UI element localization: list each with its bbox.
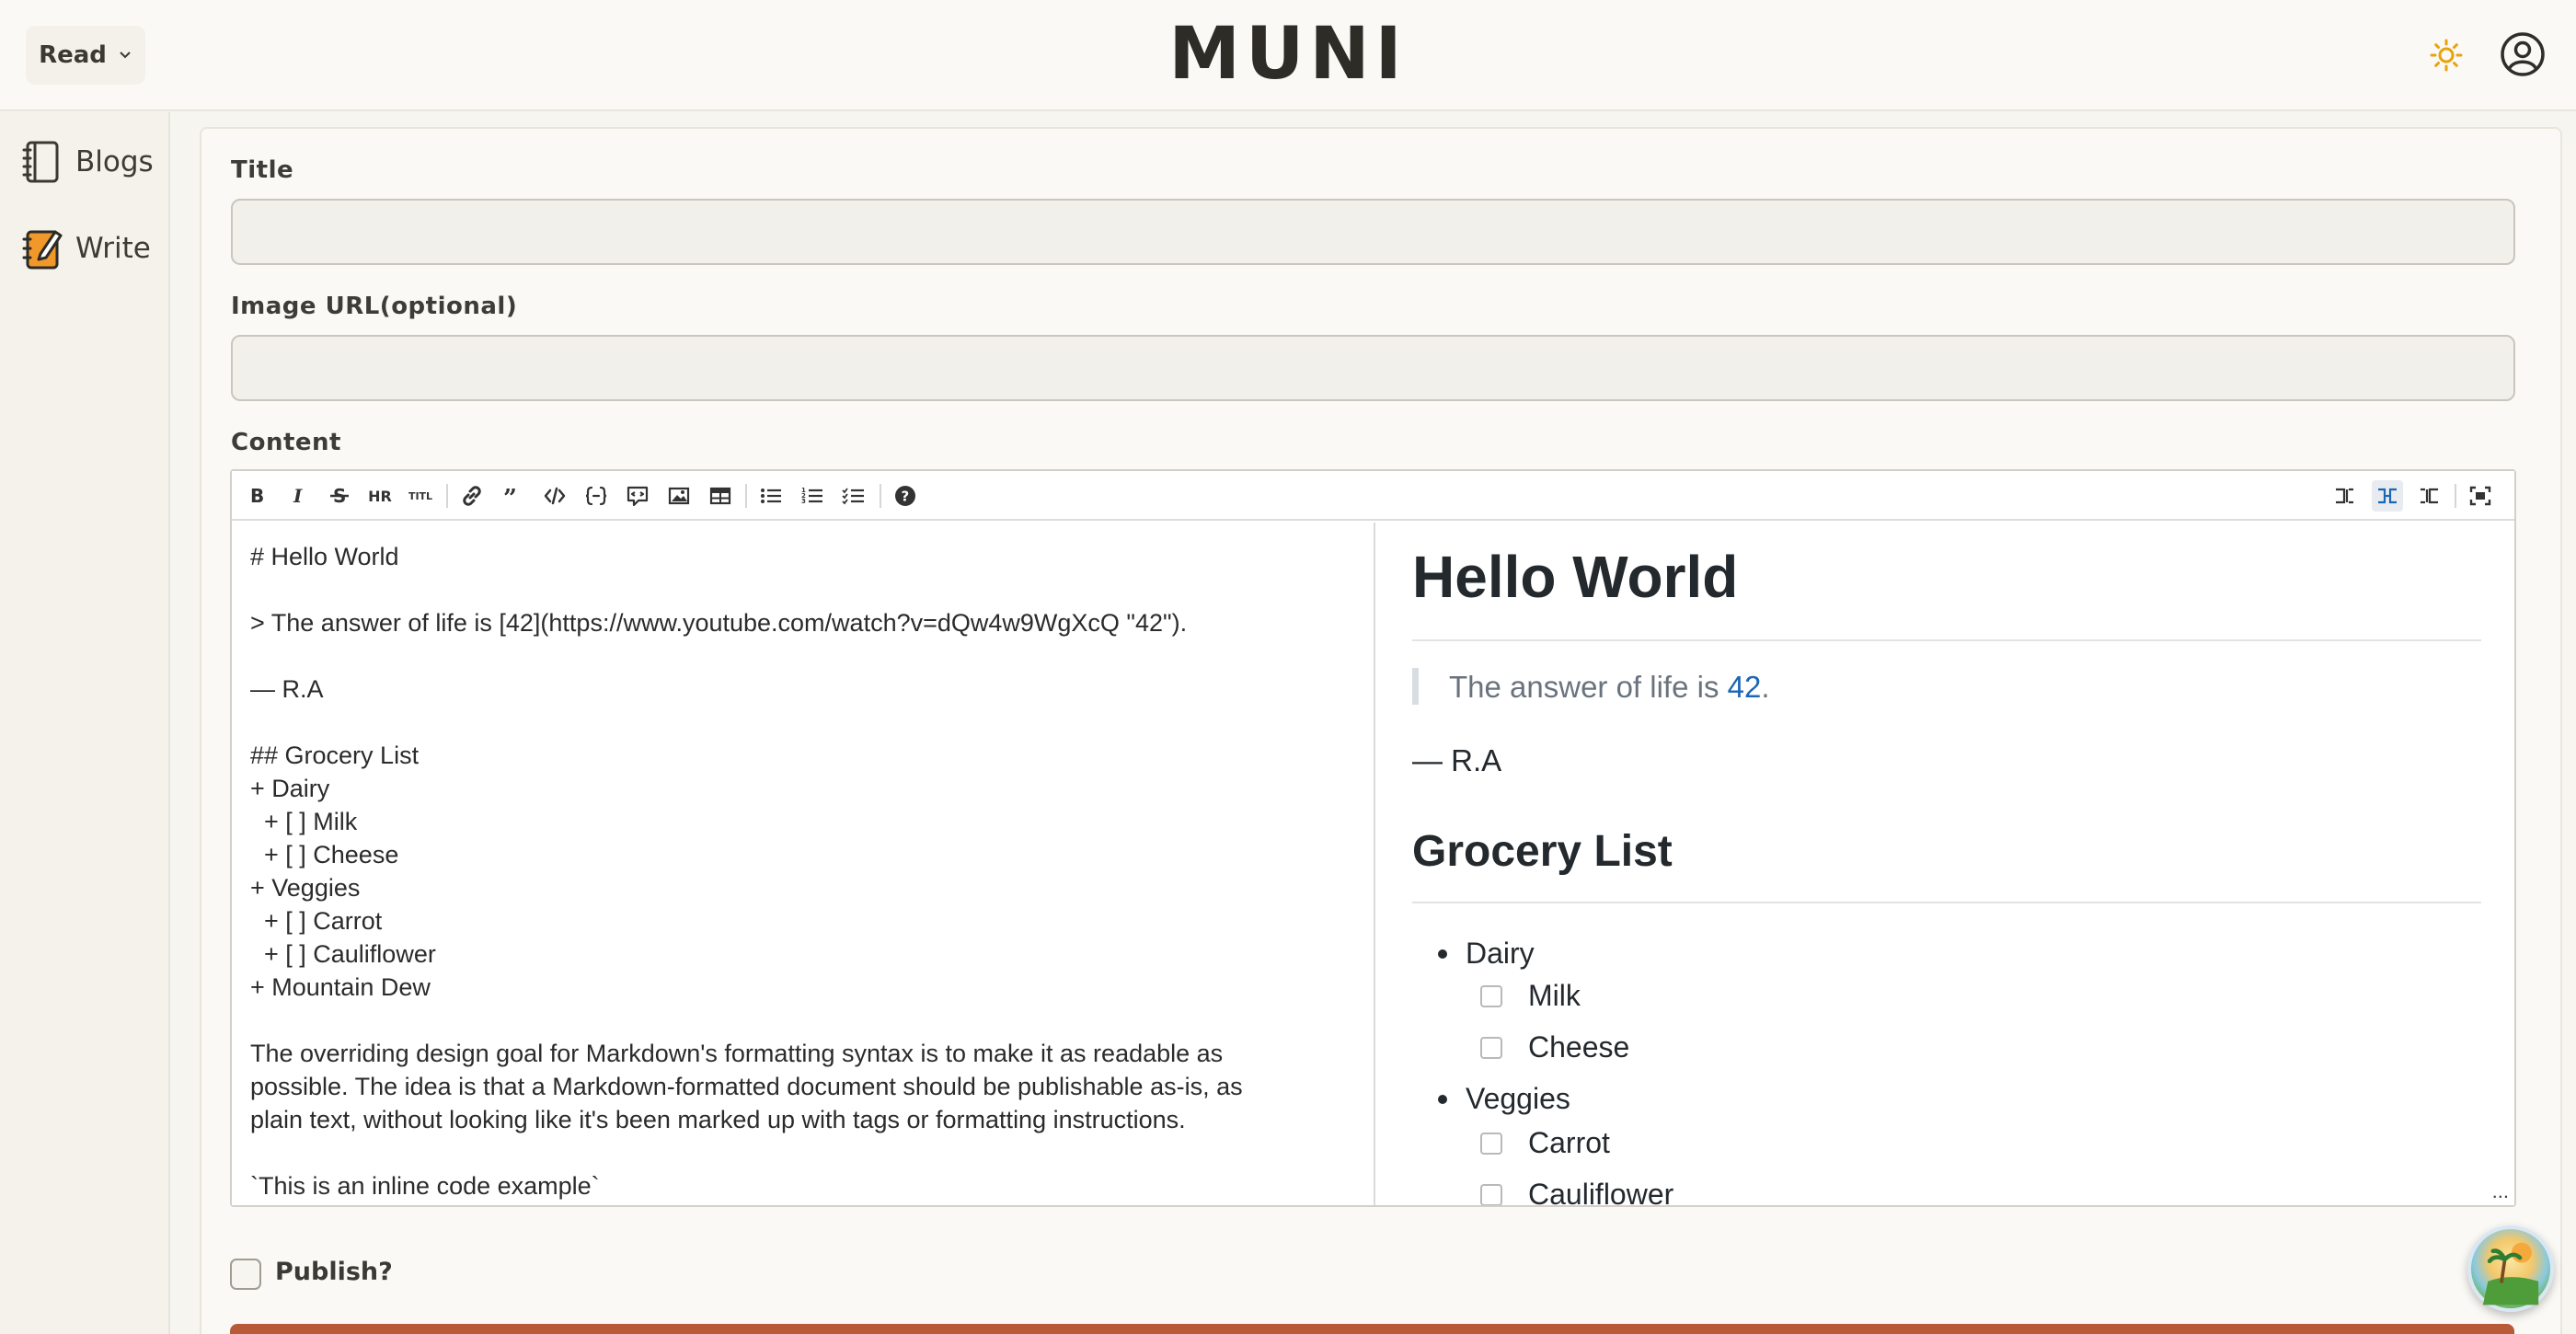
- edit-only-icon[interactable]: [2329, 480, 2361, 512]
- task-item: Milk: [1480, 979, 1581, 1013]
- sidebar-item-write[interactable]: Write: [22, 223, 151, 274]
- source-line: + [ ] Milk: [250, 808, 358, 835]
- strikethrough-icon[interactable]: S: [324, 480, 355, 512]
- preview-heading-1: Hello World: [1412, 544, 1739, 610]
- floating-avatar[interactable]: [2467, 1225, 2554, 1312]
- source-line: possible. The idea is that a Markdown-fo…: [250, 1073, 1243, 1100]
- toolbar-separator: [880, 484, 881, 508]
- heading-divider: [1412, 639, 2481, 641]
- code-block-icon[interactable]: [581, 480, 612, 512]
- preview-attribution: — R.A: [1412, 743, 1502, 777]
- blockquote-text: The answer of life is: [1449, 670, 1728, 704]
- quote-icon[interactable]: ”: [498, 480, 529, 512]
- beach-icon: [2482, 1242, 2539, 1305]
- source-line: The overriding design goal for Markdown'…: [250, 1040, 1224, 1067]
- source-line: + Mountain Dew: [250, 973, 431, 1001]
- list-item: Dairy: [1438, 937, 1535, 971]
- link-icon[interactable]: [456, 480, 488, 512]
- title-label: Title: [231, 156, 294, 184]
- source-line: + [ ] Carrot: [250, 907, 383, 935]
- source-line: — R.A: [250, 675, 324, 703]
- svg-text:3: 3: [801, 498, 806, 505]
- svg-text:B: B: [250, 485, 264, 507]
- image-url-input[interactable]: [231, 335, 2515, 401]
- bold-icon[interactable]: B: [241, 480, 272, 512]
- publish-checkbox[interactable]: [230, 1259, 261, 1290]
- toolbar-separator: [2455, 484, 2456, 508]
- sun-icon[interactable]: [2430, 39, 2463, 72]
- blockquote-period: .: [1761, 670, 1770, 704]
- title-icon[interactable]: TITL: [405, 480, 436, 512]
- logo[interactable]: MUNI: [0, 13, 2576, 96]
- preview-blockquote: The answer of life is 42.: [1449, 670, 1770, 705]
- list-item-label: Veggies: [1466, 1082, 1570, 1115]
- list-item: Veggies: [1438, 1082, 1570, 1116]
- comment-code-icon[interactable]: [622, 480, 653, 512]
- italic-icon[interactable]: I: [282, 480, 314, 512]
- task-label: Cheese: [1528, 1030, 1630, 1064]
- code-icon[interactable]: [539, 480, 570, 512]
- source-line: # Hello World: [250, 543, 399, 570]
- markdown-source-pane[interactable]: # Hello World > The answer of life is [4…: [232, 523, 1375, 1205]
- source-line: + Veggies: [250, 874, 361, 902]
- blockquote-bar: [1412, 668, 1419, 705]
- preview-heading-2: Grocery List: [1412, 827, 1673, 876]
- source-line: > The answer of life is [42](https://www…: [250, 609, 1188, 637]
- source-line: `This is an inline code example`: [250, 1172, 600, 1200]
- sidebar-item-label: Write: [75, 232, 151, 265]
- list-item-label: Dairy: [1466, 937, 1535, 970]
- source-line: + Dairy: [250, 775, 330, 802]
- ordered-list-icon[interactable]: 123: [797, 480, 828, 512]
- top-header: Read MUNI: [0, 0, 2576, 111]
- task-checkbox[interactable]: [1480, 1132, 1502, 1155]
- task-label: Carrot: [1528, 1126, 1610, 1159]
- user-circle-icon[interactable]: [2500, 31, 2546, 77]
- source-line: + [ ] Cauliflower: [250, 940, 436, 968]
- fullscreen-icon[interactable]: [2465, 480, 2496, 512]
- unordered-list-icon[interactable]: [755, 480, 787, 512]
- task-checkbox[interactable]: [1480, 1183, 1502, 1205]
- bullet: [1438, 949, 1447, 959]
- help-icon[interactable]: ?: [890, 480, 921, 512]
- editor-toolbar: B I S HR TITL ” 1 2 3 ?: [232, 471, 2514, 521]
- image-icon[interactable]: [663, 480, 695, 512]
- task-label: Milk: [1528, 979, 1581, 1012]
- sidebar-item-blogs[interactable]: Blogs: [22, 136, 154, 188]
- sidebar: Blogs Write: [0, 112, 170, 1334]
- content-label: Content: [231, 429, 341, 456]
- task-label: Cauliflower: [1528, 1178, 1674, 1205]
- task-item: Carrot: [1480, 1126, 1610, 1160]
- split-view-icon[interactable]: [2372, 480, 2403, 512]
- publish-label: Publish?: [275, 1258, 393, 1286]
- svg-text:I: I: [293, 485, 303, 507]
- task-item: Cheese: [1480, 1030, 1629, 1064]
- horizontal-rule-icon[interactable]: HR: [364, 480, 396, 512]
- sidebar-item-label: Blogs: [75, 145, 154, 178]
- bullet: [1438, 1094, 1447, 1104]
- svg-text:?: ?: [902, 489, 910, 505]
- svg-text:”: ”: [503, 485, 517, 508]
- heading-divider: [1412, 902, 2481, 903]
- markdown-preview-pane: Hello World The answer of life is 42. — …: [1377, 523, 2514, 1205]
- pencil-notebook-icon: [22, 230, 63, 270]
- submit-button[interactable]: [230, 1324, 2514, 1334]
- more-indicator: ...: [2491, 1179, 2509, 1202]
- task-item: Cauliflower: [1480, 1178, 1673, 1205]
- table-icon[interactable]: [705, 480, 736, 512]
- notebook-icon: [22, 141, 59, 183]
- source-line: plain text, without looking like it's be…: [250, 1106, 1186, 1133]
- source-line: + [ ] Cheese: [250, 841, 399, 868]
- task-checkbox[interactable]: [1480, 1036, 1502, 1059]
- blockquote-link[interactable]: 42: [1728, 670, 1762, 704]
- markdown-editor: B I S HR TITL ” 1 2 3 ? # Hello World > …: [230, 469, 2516, 1207]
- source-line: ## Grocery List: [250, 742, 420, 769]
- title-input[interactable]: [231, 199, 2515, 265]
- toolbar-separator: [446, 484, 448, 508]
- toolbar-separator: [745, 484, 747, 508]
- task-list-icon[interactable]: [838, 480, 869, 512]
- task-checkbox[interactable]: [1480, 984, 1502, 1007]
- image-url-label: Image URL(optional): [231, 293, 518, 320]
- preview-only-icon[interactable]: [2413, 480, 2444, 512]
